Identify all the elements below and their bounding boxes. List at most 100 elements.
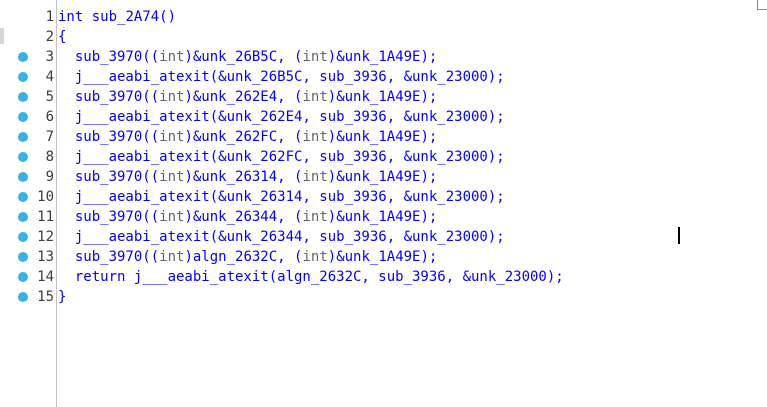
breakpoint-dot-icon[interactable] (18, 72, 28, 82)
line-number: 2 (45, 29, 54, 45)
breakpoint-dot-icon[interactable] (18, 112, 28, 122)
line-number: 13 (37, 249, 54, 265)
code-segment: { (58, 29, 67, 45)
code-line[interactable]: 5 sub_3970((int)&unk_262E4, (int)&unk_1A… (0, 87, 767, 107)
code-text[interactable]: sub_3970((int)algn_2632C, (int)&unk_1A49… (58, 248, 438, 266)
keyword-token: int (302, 209, 328, 225)
line-number: 8 (45, 149, 54, 165)
line-number: 12 (37, 229, 54, 245)
breakpoint-dot-icon[interactable] (18, 232, 28, 242)
code-text[interactable]: } (58, 288, 66, 306)
breakpoint-dot-icon[interactable] (18, 212, 28, 222)
code-text[interactable]: return j___aeabi_atexit(algn_2632C, sub_… (58, 268, 564, 286)
line-number: 4 (45, 69, 54, 85)
keyword-token: int (159, 129, 185, 145)
code-line[interactable]: 2{ (0, 27, 767, 47)
breakpoint-dot-icon[interactable] (18, 272, 28, 282)
line-number: 14 (37, 269, 54, 285)
code-segment: )&unk_1A49E); (327, 49, 438, 65)
code-segment: j___aeabi_atexit(&unk_26B5C, sub_3936, &… (58, 69, 505, 85)
code-segment: return j___aeabi_atexit(algn_2632C, sub_… (58, 269, 564, 285)
line-number: 15 (37, 289, 54, 305)
code-text[interactable]: sub_3970((int)&unk_262FC, (int)&unk_1A49… (58, 128, 438, 146)
pseudocode-view[interactable]: 1 int sub_2A74() 2{3 sub_3970((int)&unk_26… (0, 0, 767, 407)
code-text[interactable]: int sub_2A74() (58, 8, 176, 26)
line-number: 11 (37, 209, 54, 225)
code-segment: )&unk_1A49E); (327, 129, 438, 145)
code-text[interactable]: sub_3970((int)&unk_262E4, (int)&unk_1A49… (58, 88, 438, 106)
code-segment: )&unk_1A49E); (327, 209, 438, 225)
code-line[interactable]: 11 sub_3970((int)&unk_26344, (int)&unk_1… (0, 207, 767, 227)
code-segment: sub_3970(( (58, 129, 160, 145)
code-segment: j___aeabi_atexit(&unk_262FC, sub_3936, &… (58, 149, 505, 165)
keyword-token: int (302, 89, 328, 105)
code-segment: sub_3970(( (58, 249, 160, 265)
code-line[interactable]: 12 j___aeabi_atexit(&unk_26344, sub_3936… (0, 227, 767, 247)
code-text[interactable]: sub_3970((int)&unk_26344, (int)&unk_1A49… (58, 208, 438, 226)
code-line[interactable]: 15} (0, 287, 767, 307)
code-text[interactable]: j___aeabi_atexit(&unk_26344, sub_3936, &… (58, 228, 505, 246)
code-line[interactable]: 14 return j___aeabi_atexit(algn_2632C, s… (0, 267, 767, 287)
code-line[interactable]: 3 sub_3970((int)&unk_26B5C, (int)&unk_1A… (0, 47, 767, 67)
code-text[interactable]: j___aeabi_atexit(&unk_26314, sub_3936, &… (58, 188, 505, 206)
code-text[interactable]: sub_3970((int)&unk_26B5C, (int)&unk_1A49… (58, 48, 438, 66)
breakpoint-dot-icon[interactable] (18, 292, 28, 302)
keyword-token: int (302, 129, 328, 145)
line-number: 7 (45, 129, 54, 145)
keyword-token: int (159, 169, 185, 185)
code-segment: )&unk_1A49E); (327, 249, 438, 265)
line-number: 9 (45, 169, 54, 185)
code-line[interactable]: 8 j___aeabi_atexit(&unk_262FC, sub_3936,… (0, 147, 767, 167)
code-segment: j___aeabi_atexit(&unk_26344, sub_3936, &… (58, 229, 505, 245)
code-segment: sub_3970(( (58, 49, 160, 65)
keyword-token: int (302, 49, 328, 65)
code-segment: sub_2A74() (83, 9, 177, 25)
code-text[interactable]: j___aeabi_atexit(&unk_26B5C, sub_3936, &… (58, 68, 505, 86)
code-segment: sub_3970(( (58, 89, 160, 105)
breakpoint-dot-icon[interactable] (18, 172, 28, 182)
text-caret (678, 227, 680, 244)
code-text[interactable]: j___aeabi_atexit(&unk_262E4, sub_3936, &… (58, 108, 505, 126)
code-segment: )&unk_26B5C, ( (184, 49, 303, 65)
line-number: 5 (45, 89, 54, 105)
line-number: 3 (45, 49, 54, 65)
keyword-token: int (159, 249, 185, 265)
breakpoint-dot-icon[interactable] (18, 152, 28, 162)
code-text[interactable]: { (58, 28, 66, 46)
code-segment: } (58, 289, 67, 305)
code-text[interactable]: sub_3970((int)&unk_26314, (int)&unk_1A49… (58, 168, 438, 186)
line-number: 6 (45, 109, 54, 125)
code-segment: )algn_2632C, ( (184, 249, 303, 265)
keyword-token: int (58, 9, 84, 25)
code-line[interactable]: 10 j___aeabi_atexit(&unk_26314, sub_3936… (0, 187, 767, 207)
code-segment: )&unk_26314, ( (184, 169, 303, 185)
code-text[interactable]: j___aeabi_atexit(&unk_262FC, sub_3936, &… (58, 148, 505, 166)
code-segment: )&unk_26344, ( (184, 209, 303, 225)
keyword-token: int (159, 49, 185, 65)
keyword-token: int (302, 169, 328, 185)
code-segment: )&unk_262FC, ( (184, 129, 303, 145)
code-segment: j___aeabi_atexit(&unk_26314, sub_3936, &… (58, 189, 505, 205)
breakpoint-dot-icon[interactable] (18, 192, 28, 202)
code-segment: sub_3970(( (58, 209, 160, 225)
code-line[interactable]: 9 sub_3970((int)&unk_26314, (int)&unk_1A… (0, 167, 767, 187)
code-segment: )&unk_262E4, ( (184, 89, 303, 105)
code-line[interactable]: 4 j___aeabi_atexit(&unk_26B5C, sub_3936,… (0, 67, 767, 87)
breakpoint-dot-icon[interactable] (18, 52, 28, 62)
code-segment: )&unk_1A49E); (327, 89, 438, 105)
line-number: 1 (45, 9, 54, 25)
code-line[interactable]: 6 j___aeabi_atexit(&unk_262E4, sub_3936,… (0, 107, 767, 127)
code-line[interactable]: 7 sub_3970((int)&unk_262FC, (int)&unk_1A… (0, 127, 767, 147)
code-line[interactable]: 1 int sub_2A74() (0, 7, 767, 27)
code-line[interactable]: 13 sub_3970((int)algn_2632C, (int)&unk_1… (0, 247, 767, 267)
code-segment: )&unk_1A49E); (327, 169, 438, 185)
keyword-token: int (302, 249, 328, 265)
line-number: 10 (37, 189, 54, 205)
breakpoint-dot-icon[interactable] (18, 252, 28, 262)
keyword-token: int (159, 209, 185, 225)
code-segment: j___aeabi_atexit(&unk_262E4, sub_3936, &… (58, 109, 505, 125)
breakpoint-dot-icon[interactable] (18, 132, 28, 142)
breakpoint-dot-icon[interactable] (18, 92, 28, 102)
keyword-token: int (159, 89, 185, 105)
code-segment: sub_3970(( (58, 169, 160, 185)
